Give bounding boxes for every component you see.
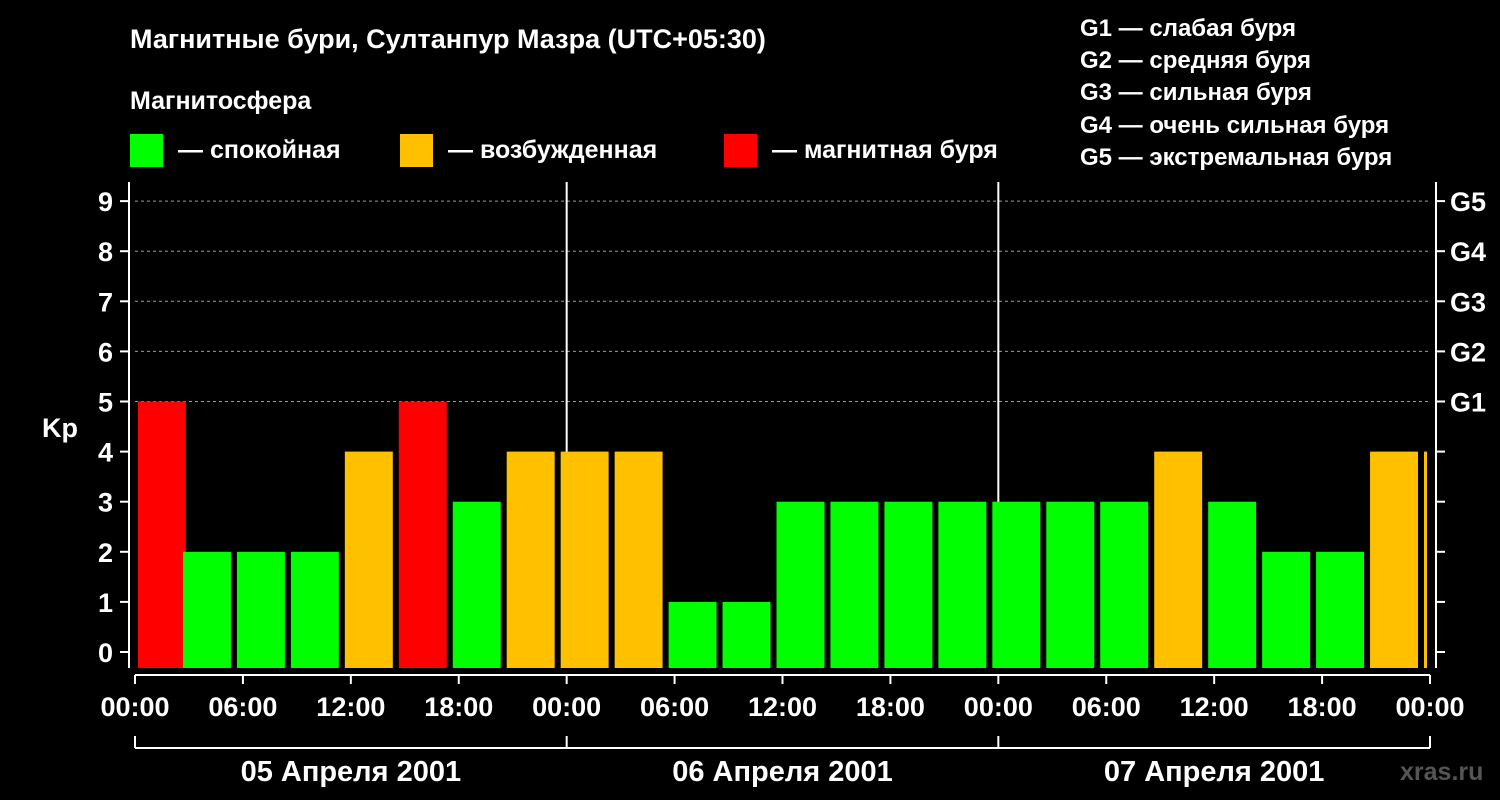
y-tick-label: 6 — [98, 337, 113, 367]
x-tick-label: 00:00 — [532, 692, 601, 722]
kp-bar — [398, 401, 447, 668]
g4-legend: G4 — очень сильная буря — [1080, 112, 1389, 139]
kp-bar — [1370, 451, 1419, 668]
kp-bar — [138, 401, 186, 668]
legend-title: Магнитосфера — [130, 87, 312, 115]
x-tick-label: 06:00 — [640, 692, 709, 722]
kp-bar — [668, 601, 717, 668]
x-tick-label: 06:00 — [1072, 692, 1141, 722]
legend-label-active: — возбужденная — [448, 136, 657, 164]
legend-label-storm: — магнитная буря — [772, 136, 998, 164]
g-level-label: G2 — [1450, 337, 1486, 367]
g-level-label: G4 — [1450, 237, 1486, 267]
legend-swatch-quiet — [130, 134, 163, 167]
x-tick-label: 18:00 — [1288, 692, 1357, 722]
x-tick-label: 12:00 — [316, 692, 385, 722]
g-level-label: G5 — [1450, 187, 1486, 217]
y-tick-label: 1 — [98, 588, 113, 618]
kp-bar — [236, 551, 285, 668]
kp-bar — [1262, 551, 1311, 668]
kp-bar — [182, 551, 231, 668]
y-tick-label: 5 — [98, 388, 113, 418]
x-tick-label: 18:00 — [856, 692, 925, 722]
kp-bar — [614, 451, 663, 668]
g5-legend: G5 — экстремальная буря — [1080, 144, 1392, 171]
brand-watermark: xras.ru — [1400, 758, 1483, 786]
x-tick-label: 00:00 — [1395, 692, 1464, 722]
kp-bar — [1046, 501, 1095, 668]
kp-bar — [344, 451, 393, 668]
legend-swatch-active — [400, 134, 433, 167]
kp-bar — [452, 501, 501, 668]
kp-chart: Магнитные бури, Султанпур Мазра (UTC+05:… — [42, 15, 1486, 788]
g2-legend: G2 — средняя буря — [1080, 47, 1311, 74]
x-tick-label: 06:00 — [208, 692, 277, 722]
kp-bar — [884, 501, 933, 668]
y-tick-label: 2 — [98, 538, 113, 568]
y-tick-label: 7 — [98, 287, 113, 317]
kp-bar — [938, 501, 987, 668]
day-label: 07 Апреля 2001 — [1104, 756, 1325, 788]
kp-bar — [506, 451, 555, 668]
y-tick-label: 8 — [98, 237, 113, 267]
axes: 0 1 2 3 4 5 6 7 8 9 G1 G2 G3 G4 G5 00:00 06:00 12:00 18:00… — [98, 182, 1486, 788]
y-tick-label: 3 — [98, 488, 113, 518]
x-tick-label: 12:00 — [1180, 692, 1249, 722]
x-tick-label: 00:00 — [100, 692, 169, 722]
kp-bar — [1100, 501, 1149, 668]
kp-bar — [830, 501, 879, 668]
day-label: 06 Апреля 2001 — [672, 756, 893, 788]
x-tick-label: 00:00 — [964, 692, 1033, 722]
legend-swatch-storm — [724, 134, 757, 167]
bars — [138, 401, 1427, 668]
g-level-label: G1 — [1450, 388, 1486, 418]
kp-bar — [1316, 551, 1365, 668]
kp-bar — [776, 501, 825, 668]
kp-bar — [722, 601, 771, 668]
y-tick-label: 9 — [98, 187, 113, 217]
y-tick-label: 0 — [98, 638, 113, 668]
day-label: 05 Апреля 2001 — [241, 756, 462, 788]
g-level-label: G3 — [1450, 287, 1486, 317]
y-axis-label: Kp — [42, 413, 78, 443]
x-tick-label: 12:00 — [748, 692, 817, 722]
kp-bar — [1424, 451, 1427, 668]
legend-label-quiet: — спокойная — [178, 136, 341, 164]
kp-bar — [1154, 451, 1203, 668]
x-tick-label: 18:00 — [424, 692, 493, 722]
kp-bar — [290, 551, 339, 668]
g3-legend: G3 — сильная буря — [1080, 79, 1312, 106]
kp-bar — [992, 501, 1041, 668]
kp-bar — [560, 451, 609, 668]
g1-legend: G1 — слабая буря — [1080, 15, 1296, 42]
chart-title: Магнитные бури, Султанпур Мазра (UTC+05:… — [130, 24, 766, 54]
kp-bar — [1208, 501, 1257, 668]
y-tick-label: 4 — [98, 438, 113, 468]
